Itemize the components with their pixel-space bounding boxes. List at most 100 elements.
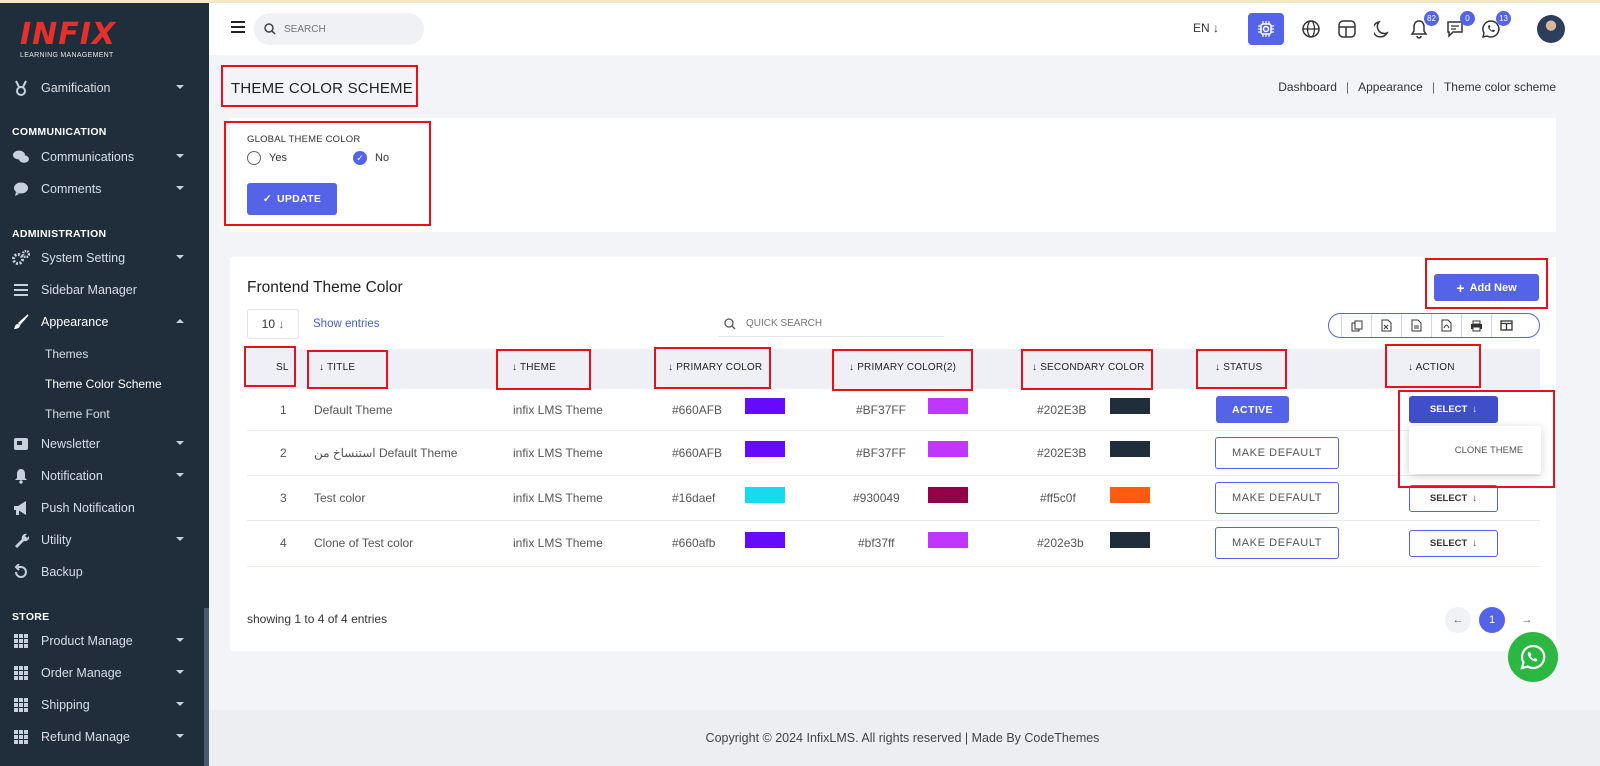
select-action-button[interactable]: SELECT ↓	[1409, 396, 1498, 423]
sidebar-item-appearance[interactable]: Appearance	[0, 308, 204, 336]
sidebar-item-gamification[interactable]: Gamification	[0, 74, 204, 102]
grid-icon	[12, 632, 30, 650]
breadcrumb-appearance[interactable]: Appearance	[1358, 80, 1423, 94]
csv-icon[interactable]	[1401, 314, 1431, 337]
whatsapp-header-icon[interactable]: 13	[1477, 11, 1511, 43]
sidebar-item-system-setting[interactable]: System Setting	[0, 244, 204, 272]
language-selector[interactable]: EN ↓	[1193, 21, 1219, 35]
column-header-secondary-color[interactable]: ↓ SECONDARY COLOR	[1032, 362, 1145, 373]
breadcrumb-dashboard[interactable]: Dashboard	[1278, 80, 1337, 94]
cell-secondary-color: #ff5c0f	[1040, 491, 1076, 505]
moon-icon[interactable]	[1369, 15, 1397, 43]
pagination-info: showing 1 to 4 of 4 entries	[247, 612, 388, 626]
column-header-action[interactable]: ↓ ACTION	[1408, 362, 1455, 373]
sidebar-subitem-themes[interactable]: Themes	[45, 347, 88, 361]
excel-icon[interactable]	[1371, 314, 1401, 337]
sidebar-item-shipping[interactable]: Shipping	[0, 691, 204, 719]
message-icon[interactable]: 0	[1441, 11, 1475, 43]
language-code: EN	[1193, 21, 1210, 35]
top-header: EN ↓ 82 0 13	[209, 3, 1600, 55]
layout-icon[interactable]	[1333, 15, 1361, 43]
row-divider	[247, 520, 1540, 521]
column-header-status[interactable]: ↓ STATUS	[1215, 362, 1262, 373]
pdf-icon[interactable]	[1431, 314, 1461, 337]
sidebar-item-notification[interactable]: Notification	[0, 462, 204, 490]
entries-per-page-select[interactable]: 10 ↓	[247, 309, 299, 339]
whatsapp-float-icon[interactable]	[1508, 632, 1558, 682]
next-page-icon[interactable]: →	[1514, 607, 1540, 633]
radio-yes[interactable]: Yes	[247, 151, 287, 165]
cell-title: Test color	[314, 491, 366, 505]
column-header-primary-color[interactable]: ↓ PRIMARY COLOR	[668, 362, 762, 373]
chevron-down-icon	[176, 154, 184, 158]
column-header-theme[interactable]: ↓ THEME	[512, 362, 556, 373]
sidebar-item-comments[interactable]: Comments	[0, 175, 204, 203]
sort-arrow-icon: ↓	[849, 362, 858, 373]
chat-icon	[12, 148, 30, 166]
sidebar-item-utility[interactable]: Utility	[0, 526, 204, 554]
sidebar-item-refund-manage[interactable]: Refund Manage	[0, 723, 204, 751]
cell-secondary-color: #202E3B	[1037, 446, 1087, 460]
column-header-sl[interactable]: SL	[276, 362, 289, 373]
sidebar-item-backup[interactable]: Backup	[0, 558, 204, 586]
sidebar-item-newsletter[interactable]: Newsletter	[0, 430, 204, 458]
whatsapp-count-badge: 13	[1496, 11, 1511, 26]
search-input[interactable]	[284, 23, 404, 35]
make-default-button[interactable]: MAKE DEFAULT	[1215, 482, 1339, 514]
update-button[interactable]: ✓ UPDATE	[247, 183, 337, 215]
print-icon[interactable]	[1461, 314, 1491, 337]
status-active-button[interactable]: ACTIVE	[1216, 396, 1289, 423]
sidebar-item-push-notification[interactable]: Push Notification	[0, 494, 204, 522]
search-box[interactable]	[254, 13, 424, 45]
logo[interactable]: INFIX LEARNING MANAGEMENT	[20, 18, 140, 66]
sidebar-item-product-manage[interactable]: Product Manage	[0, 627, 204, 655]
chevron-down-icon	[176, 734, 184, 738]
chip-settings-icon[interactable]	[1248, 13, 1284, 45]
sidebar-item-label: Backup	[41, 565, 83, 579]
clone-theme-menu-item[interactable]: CLONE THEME	[1455, 445, 1523, 456]
quick-search-input[interactable]	[746, 318, 926, 329]
radio-circle[interactable]	[247, 151, 261, 165]
sidebar-item-sidebar-manager[interactable]: Sidebar Manager	[0, 276, 204, 304]
breadcrumb: Dashboard | Appearance | Theme color sch…	[1278, 80, 1556, 94]
make-default-button[interactable]: MAKE DEFAULT	[1215, 527, 1339, 559]
sidebar-item-order-manage[interactable]: Order Manage	[0, 659, 204, 687]
sidebar-item-label: Sidebar Manager	[41, 283, 137, 297]
cell-theme: infix LMS Theme	[513, 536, 603, 550]
comment-icon	[12, 180, 30, 198]
column-header-title[interactable]: ↓ TITLE	[319, 362, 355, 373]
globe-icon[interactable]	[1297, 15, 1325, 43]
sidebar-subitem-theme-color-scheme[interactable]: Theme Color Scheme	[45, 377, 162, 391]
sidebar-subitem-theme-font[interactable]: Theme Font	[45, 407, 110, 421]
radio-no[interactable]: ✓ No	[353, 151, 389, 165]
cell-title: Default Theme	[314, 403, 393, 417]
chevron-down-icon	[176, 85, 184, 89]
cell-title: Clone of Test color	[314, 536, 414, 550]
add-new-button[interactable]: + Add New	[1434, 274, 1539, 301]
sidebar-scrollbar[interactable]	[204, 608, 209, 766]
sidebar-item-label: Refund Manage	[41, 730, 130, 744]
prev-page-icon[interactable]: ←	[1445, 607, 1471, 633]
notification-bell-icon[interactable]: 82	[1405, 11, 1439, 43]
hamburger-menu-icon[interactable]	[231, 21, 245, 33]
select-action-button[interactable]: SELECT ↓	[1409, 530, 1498, 557]
section-title: Frontend Theme Color	[247, 279, 403, 296]
copy-icon[interactable]	[1341, 314, 1371, 337]
sidebar-item-label: Comments	[41, 182, 102, 196]
column-header-primary-color-2[interactable]: ↓ PRIMARY COLOR(2)	[849, 362, 956, 373]
select-label: SELECT	[1429, 404, 1468, 415]
select-action-button[interactable]: SELECT ↓	[1409, 485, 1498, 512]
make-default-button[interactable]: MAKE DEFAULT	[1215, 437, 1339, 469]
cell-primary-color-2: #BF37FF	[856, 403, 907, 417]
cell-secondary-color: #202E3B	[1037, 403, 1087, 417]
page-number-current[interactable]: 1	[1479, 607, 1505, 633]
sidebar-heading-communication: COMMUNICATION	[12, 126, 107, 138]
columns-icon[interactable]	[1491, 314, 1521, 337]
sidebar-item-communications[interactable]: Communications	[0, 143, 204, 171]
cell-secondary-color: #202e3b	[1037, 536, 1084, 550]
avatar[interactable]	[1537, 15, 1565, 43]
quick-search[interactable]	[718, 311, 944, 337]
check-icon[interactable]: ✓	[353, 151, 367, 165]
show-entries-label: Show entries	[313, 318, 380, 330]
megaphone-icon	[12, 499, 30, 517]
